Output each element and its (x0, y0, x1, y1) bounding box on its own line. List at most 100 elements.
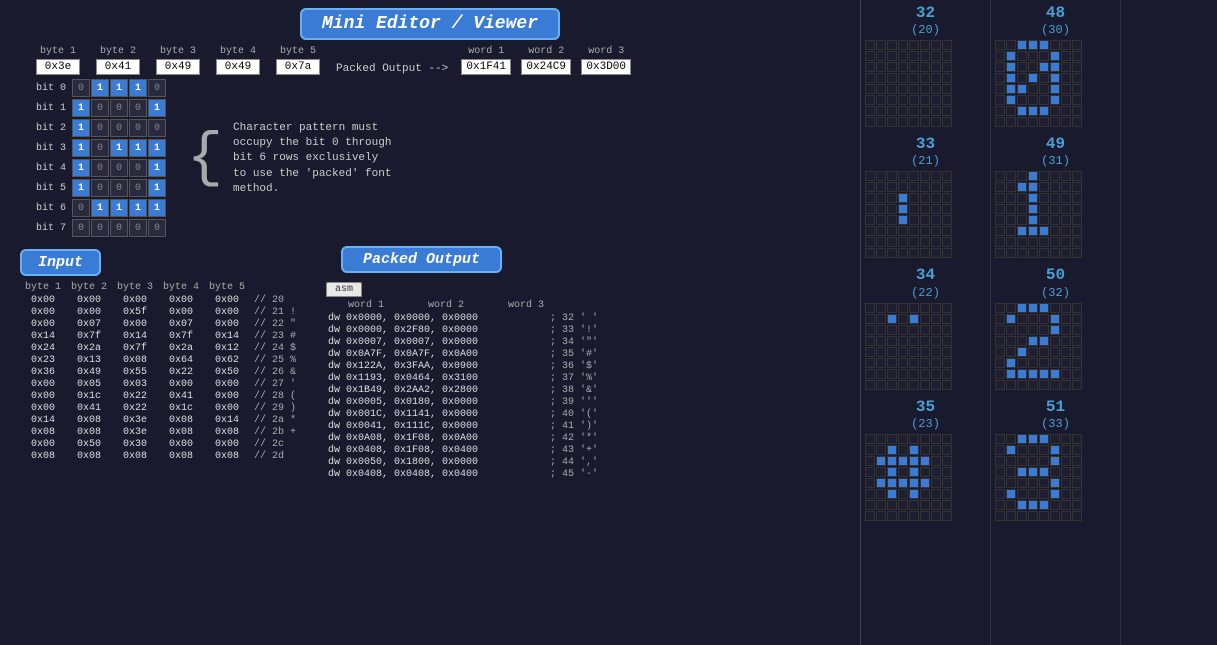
bit-cell-5-0[interactable]: 1 (72, 179, 90, 197)
pixel-empty-40 (865, 95, 875, 105)
pixel-34-60 (909, 380, 919, 390)
bit-cell-0-0[interactable]: 0 (72, 79, 90, 97)
char-num-35: 35 (865, 398, 986, 417)
pixel-50-13 (1050, 314, 1060, 324)
right-panel: 32(20)33(21)34(22)35(23)48(30)49(31)50(3… (860, 0, 1217, 645)
bit-cell-7-0[interactable]: 0 (72, 219, 90, 237)
bit-cell-6-1[interactable]: 1 (91, 199, 109, 217)
pixel-empty-17 (876, 62, 886, 72)
pixel-48-62 (1061, 117, 1071, 127)
bit-cell-1-2[interactable]: 0 (110, 99, 128, 117)
pixel-51-13 (1050, 445, 1060, 455)
input-cell-7-3: 0x00 (158, 379, 204, 390)
pixel-49-58 (1017, 248, 1027, 258)
bit-cell-0-4[interactable]: 0 (148, 79, 166, 97)
pixel-50-52 (1039, 369, 1049, 379)
bit-cell-3-1[interactable]: 0 (91, 139, 109, 157)
pixel-49-52 (1039, 237, 1049, 247)
pixel-49-32 (995, 215, 1005, 225)
pixel-empty-23 (942, 62, 952, 72)
bit-cell-6-3[interactable]: 1 (129, 199, 147, 217)
bit-cell-6-2[interactable]: 1 (110, 199, 128, 217)
bit-cell-1-1[interactable]: 0 (91, 99, 109, 117)
byte-label-4: byte 4 (220, 46, 256, 57)
pixel-empty-11 (898, 51, 908, 61)
pixel-35-61 (920, 511, 930, 521)
bit-cell-6-4[interactable]: 1 (148, 199, 166, 217)
bit-cell-0-3[interactable]: 1 (129, 79, 147, 97)
pixel-33-0 (865, 171, 875, 181)
bit-cell-3-2[interactable]: 1 (110, 139, 128, 157)
bit-cell-0-2[interactable]: 1 (110, 79, 128, 97)
pixel-50-48 (995, 369, 1005, 379)
bit-cell-1-4[interactable]: 1 (148, 99, 166, 117)
bit-cell-5-2[interactable]: 0 (110, 179, 128, 197)
bit-cell-7-1[interactable]: 0 (91, 219, 109, 237)
bit-cell-3-3[interactable]: 1 (129, 139, 147, 157)
pixel-49-41 (1006, 226, 1016, 236)
bit-row-label-3: bit 3 (30, 143, 66, 154)
bit-cell-1-3[interactable]: 0 (129, 99, 147, 117)
pixel-empty-19 (898, 62, 908, 72)
bit-cell-6-0[interactable]: 0 (72, 199, 90, 217)
pixel-35-30 (931, 467, 941, 477)
pixel-33-58 (887, 248, 897, 258)
pixel-34-14 (931, 314, 941, 324)
char-sub-48: (30) (995, 23, 1116, 37)
bit-cell-4-3[interactable]: 0 (129, 159, 147, 177)
pixel-50-27 (1028, 336, 1038, 346)
pixel-34-45 (920, 358, 930, 368)
pixel-34-28 (909, 336, 919, 346)
bit-cell-5-4[interactable]: 1 (148, 179, 166, 197)
bit-cell-2-4[interactable]: 0 (148, 119, 166, 137)
pixel-51-49 (1006, 500, 1016, 510)
byte-col-1: byte 1 0x3e (30, 46, 86, 75)
pixel-empty-14 (931, 51, 941, 61)
byte-val-3: 0x49 (156, 59, 200, 75)
bit-cell-2-1[interactable]: 0 (91, 119, 109, 137)
pixel-49-53 (1050, 237, 1060, 247)
bit-cell-7-4[interactable]: 0 (148, 219, 166, 237)
input-cell-1-4: 0x00 (204, 307, 250, 318)
pixel-grid-50 (995, 303, 1116, 390)
pixel-51-11 (1028, 445, 1038, 455)
output-comment-1: ; 33 '!' (550, 325, 598, 336)
pixel-50-50 (1017, 369, 1027, 379)
char-sub-35: (23) (865, 417, 986, 431)
pixel-35-15 (942, 445, 952, 455)
bit-cell-7-3[interactable]: 0 (129, 219, 147, 237)
bit-cell-2-3[interactable]: 0 (129, 119, 147, 137)
bit-cell-7-2[interactable]: 0 (110, 219, 128, 237)
pixel-50-17 (1006, 325, 1016, 335)
pixel-49-27 (1028, 204, 1038, 214)
pixel-empty-54 (931, 106, 941, 116)
bit-cell-3-4[interactable]: 1 (148, 139, 166, 157)
bit-cell-3-0[interactable]: 1 (72, 139, 90, 157)
bit-cell-5-1[interactable]: 0 (91, 179, 109, 197)
bit-cell-1-0[interactable]: 1 (72, 99, 90, 117)
bit-cell-2-2[interactable]: 0 (110, 119, 128, 137)
pixel-49-44 (1039, 226, 1049, 236)
pixel-49-0 (995, 171, 1005, 181)
pixel-33-20 (909, 193, 919, 203)
pixel-51-6 (1061, 434, 1071, 444)
output-dw-6: dw 0x1B49, 0x2AA2, 0x2800 (326, 385, 546, 396)
pixel-49-39 (1072, 215, 1082, 225)
bit-cell-4-4[interactable]: 1 (148, 159, 166, 177)
bit-cell-2-0[interactable]: 1 (72, 119, 90, 137)
bit-cell-0-1[interactable]: 1 (91, 79, 109, 97)
bit-cell-4-1[interactable]: 0 (91, 159, 109, 177)
bit-cell-4-0[interactable]: 1 (72, 159, 90, 177)
pixel-33-36 (909, 215, 919, 225)
pixel-48-14 (1061, 51, 1071, 61)
bit-row-5: bit 510001 (30, 179, 167, 197)
input-th-b5: byte 5 (204, 282, 250, 293)
pixel-35-25 (876, 467, 886, 477)
middle-section: bit 001110bit 110001bit 210000bit 310111… (10, 79, 850, 239)
bit-cell-4-2[interactable]: 0 (110, 159, 128, 177)
bit-cell-5-3[interactable]: 0 (129, 179, 147, 197)
pixel-33-32 (865, 215, 875, 225)
asm-tab[interactable]: asm (326, 282, 362, 297)
pixel-50-56 (995, 380, 1005, 390)
byte-val-4: 0x49 (216, 59, 260, 75)
